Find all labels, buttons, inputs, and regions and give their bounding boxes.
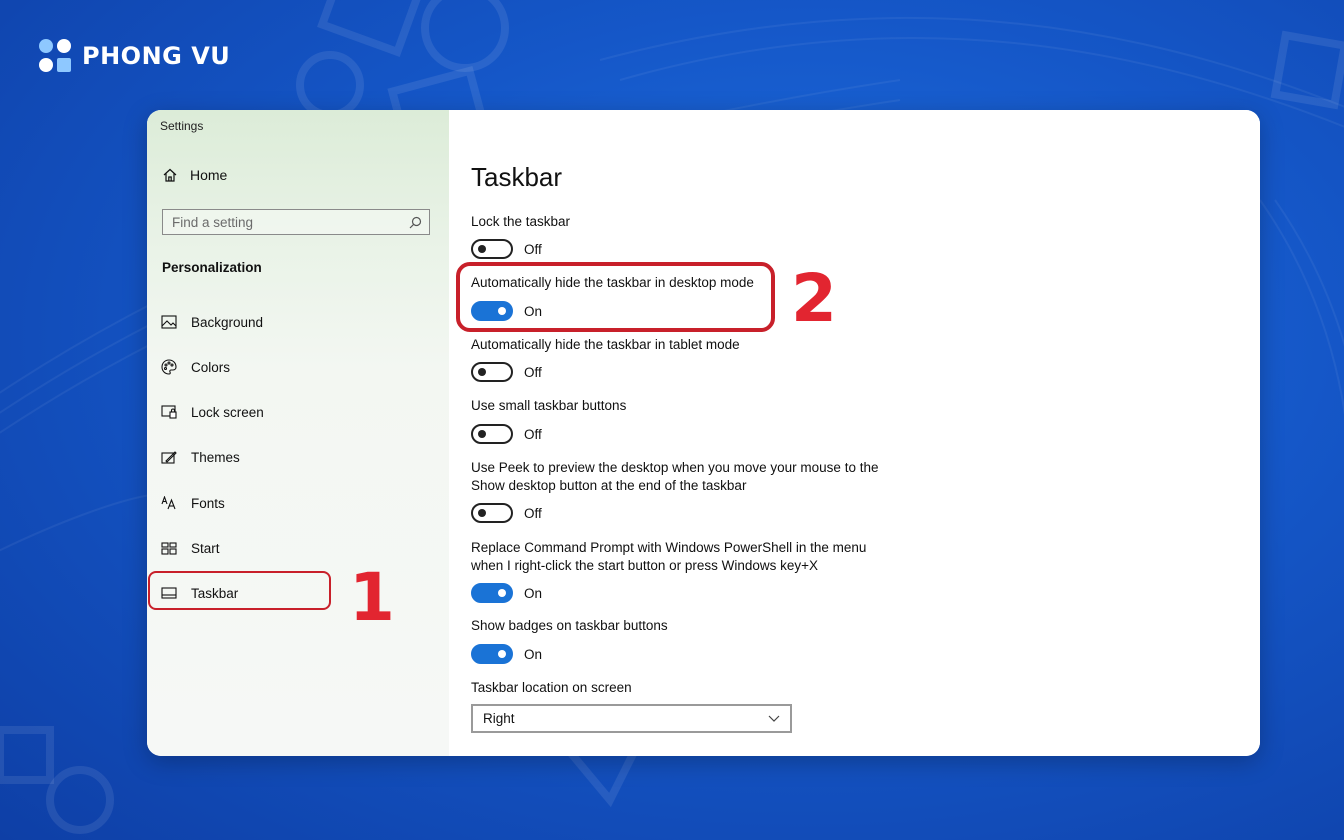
sidebar-item-label: Start: [191, 540, 220, 556]
toggle-powershell[interactable]: [471, 583, 513, 603]
toggle-state: On: [524, 585, 543, 601]
setting-peek: Off: [471, 503, 542, 523]
annotation-number-1: 1: [349, 559, 395, 636]
search-box[interactable]: [162, 209, 430, 235]
home-link[interactable]: Home: [162, 167, 227, 183]
annotation-number-2: 2: [791, 260, 837, 337]
toggle-badges[interactable]: [471, 644, 513, 664]
sidebar-item-fonts[interactable]: Fonts: [160, 488, 430, 518]
setting-powershell-label-line1: Replace Command Prompt with Windows Powe…: [471, 540, 867, 555]
setting-peek-label-line2: Show desktop button at the end of the ta…: [471, 478, 747, 493]
toggle-autohide-tablet[interactable]: [471, 362, 513, 382]
sidebar-item-label: Fonts: [191, 495, 225, 511]
toggle-state: Off: [524, 505, 542, 521]
toggle-state: Off: [524, 364, 542, 380]
annotation-highlight-autohide: [456, 262, 775, 332]
toggle-state: Off: [524, 426, 542, 442]
chevron-down-icon: [768, 715, 780, 722]
toggle-state: On: [524, 646, 543, 662]
sidebar-item-colors[interactable]: Colors: [160, 352, 430, 382]
themes-icon: [160, 449, 177, 466]
settings-window: Settings Home Personalization: [147, 110, 1260, 756]
setting-lock-taskbar-label: Lock the taskbar: [471, 214, 571, 229]
sidebar-item-label: Themes: [191, 449, 240, 465]
sidebar-item-label: Background: [191, 314, 264, 330]
setting-powershell: On: [471, 583, 542, 603]
home-icon: [162, 167, 178, 183]
setting-lock-taskbar: Off: [471, 239, 542, 259]
brand-logo: PHONG VU: [36, 37, 230, 75]
setting-small-buttons: Off: [471, 424, 542, 444]
brand-name: PHONG VU: [82, 42, 231, 70]
setting-peek-label-line1: Use Peek to preview the desktop when you…: [471, 460, 879, 475]
setting-peek-label: Use Peek to preview the desktop when you…: [471, 459, 878, 495]
toggle-small-buttons[interactable]: [471, 424, 513, 444]
sidebar-item-label: Colors: [191, 359, 231, 375]
palette-icon: [160, 359, 177, 376]
sidebar-item-background[interactable]: Background: [160, 307, 430, 337]
lock-screen-icon: [160, 404, 177, 421]
toggle-state: Off: [524, 241, 542, 257]
toggle-peek[interactable]: [471, 503, 513, 523]
sidebar-item-label: Lock screen: [191, 404, 264, 420]
sidebar-item-lock-screen[interactable]: Lock screen: [160, 397, 430, 427]
brand-mark-icon: [39, 39, 71, 72]
home-label: Home: [190, 167, 228, 183]
search-input[interactable]: [163, 213, 409, 231]
start-icon: [160, 540, 177, 557]
search-icon[interactable]: [409, 216, 422, 229]
setting-badges: On: [471, 644, 542, 664]
toggle-lock-taskbar[interactable]: [471, 239, 513, 259]
window-title: Settings: [160, 119, 204, 133]
setting-small-buttons-label: Use small taskbar buttons: [471, 398, 627, 413]
sidebar-item-themes[interactable]: Themes: [160, 442, 430, 472]
annotation-highlight-taskbar: [148, 571, 331, 610]
section-label: Personalization: [162, 260, 262, 275]
setting-powershell-label-line2: when I right-click the start button or p…: [471, 558, 819, 573]
taskbar-location-dropdown[interactable]: Right: [471, 704, 792, 733]
dropdown-value: Right: [483, 711, 515, 726]
picture-icon: [160, 314, 177, 331]
setting-autohide-tablet: Off: [471, 362, 542, 382]
setting-badges-label: Show badges on taskbar buttons: [471, 618, 668, 633]
setting-powershell-label: Replace Command Prompt with Windows Powe…: [471, 539, 866, 575]
main-content: Taskbar Lock the taskbar Off Automatical…: [449, 110, 1260, 756]
sidebar: Settings Home Personalization: [147, 110, 449, 756]
page-title: Taskbar: [471, 162, 563, 192]
taskbar-location-label: Taskbar location on screen: [471, 680, 632, 695]
fonts-icon: [160, 495, 177, 512]
setting-autohide-tablet-label: Automatically hide the taskbar in tablet…: [471, 337, 740, 352]
